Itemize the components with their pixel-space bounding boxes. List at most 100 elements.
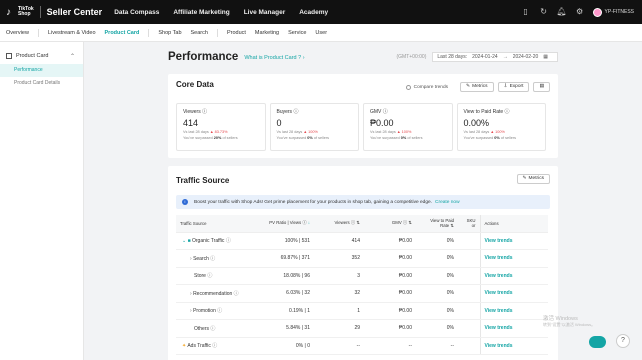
grid-icon (6, 53, 12, 59)
view-trends-link[interactable]: View trends (479, 232, 548, 250)
main-content: Performance What is Product Card ? › (GM… (168, 42, 558, 360)
calendar-icon: ▦ (543, 54, 548, 60)
ads-dot-icon: ✦ (182, 343, 187, 350)
metric-gmv[interactable]: GMV ⓘ ₱0.00 Vs last 28 days ▲ 100% You'v… (363, 103, 453, 151)
nav-live-manager[interactable]: Live Manager (244, 9, 286, 16)
divider (216, 28, 218, 37)
table-row: Others ⓘ 5.84% | 31 29 ₱0.00 0% View tre… (176, 319, 548, 338)
view-trends-link[interactable]: View trends (479, 302, 548, 320)
core-data-actions: Compare trends ✎ Metrics ⇩ Export ▤ (405, 82, 550, 92)
table-row: ✦ Ads Traffic ⓘ 0% | 0 -- -- -- View tre… (176, 337, 548, 355)
sub-nav: Overview Livestream & Video Product Card… (0, 24, 642, 42)
create-now-link[interactable]: Create now (435, 200, 460, 205)
help-icon: ⓘ (217, 308, 223, 315)
col-gmv[interactable]: GMV ⓘ ⇅ (364, 215, 416, 233)
subnav-service[interactable]: Service (288, 30, 306, 36)
start-date: 2024-01-24 (472, 54, 498, 60)
subnav-marketing[interactable]: Marketing (255, 30, 279, 36)
top-right-tools: ▯ ↻ 🔔︎ ⚙ YP-FITNESS (513, 0, 634, 24)
compare-trends-toggle[interactable]: Compare trends (405, 84, 448, 90)
edit-icon: ✎ (466, 84, 471, 89)
export-button[interactable]: ⇩ Export (497, 82, 530, 92)
range-label: Last 28 days: (437, 54, 468, 60)
metric-value: 0 (276, 118, 282, 128)
traffic-source-title: Traffic Source (176, 176, 230, 185)
subnav-product-card[interactable]: Product Card (105, 30, 140, 36)
table-row: › Promotion ⓘ 0.19% | 1 1 ₱0.00 0% View … (176, 302, 548, 320)
view-trends-link[interactable]: View trends (479, 249, 548, 268)
shop-name[interactable]: YP-FITNESS (605, 9, 634, 15)
sidebar: Product Card ⌃ Performance Product Card … (0, 42, 84, 360)
view-trends-link[interactable]: View trends (479, 267, 548, 285)
metric-value: ₱0.00 (370, 118, 394, 128)
view-trends-link[interactable]: View trends (479, 284, 548, 303)
settings-icon[interactable]: ⚙ (575, 7, 585, 17)
help-icon: ⓘ (293, 109, 299, 115)
col-viewers[interactable]: Viewers ⓘ ⇅ (314, 215, 364, 233)
chevron-up-icon: ⌃ (69, 53, 75, 60)
nav-academy[interactable]: Academy (299, 9, 328, 16)
what-is-product-card-link[interactable]: What is Product Card ? › (244, 55, 304, 61)
subnav-shop-tab[interactable]: Shop Tab (158, 30, 181, 36)
subnav-product[interactable]: Product (227, 30, 246, 36)
date-range: (GMT+00:00) Last 28 days: 2024-01-24 → 2… (396, 52, 558, 62)
sidebar-item-performance[interactable]: Performance (0, 64, 83, 77)
windows-watermark: 激活 Windows (543, 316, 578, 322)
shop-ads-banner: i Boost your traffic with Shop Ads! Get … (176, 195, 550, 209)
help-icon: ⓘ (210, 255, 216, 262)
chat-button[interactable] (589, 336, 606, 348)
help-icon: ⓘ (212, 343, 218, 350)
seller-center-title[interactable]: Seller Center (47, 7, 103, 17)
tiktok-note-icon: ♪ (6, 6, 11, 18)
col-actions: Actions (479, 215, 548, 233)
chevron-right-icon: › (190, 255, 192, 262)
table-row: ⌄ ■ Organic Traffic ⓘ 100% | 531 414 ₱0.… (176, 232, 548, 250)
subnav-search[interactable]: Search (191, 30, 208, 36)
date-range-picker[interactable]: Last 28 days: 2024-01-24 → 2024-02-20 ▦ (432, 52, 558, 62)
traffic-metrics-button[interactable]: ✎ Metrics (516, 174, 550, 184)
metric-viewers[interactable]: Viewers ⓘ 414 Vs last 28 days ▲ 83.73% Y… (176, 103, 266, 151)
divider (37, 28, 39, 37)
metric-view-to-paid-rate[interactable]: View to Paid Rate ⓘ 0.00% Vs last 28 day… (456, 103, 546, 151)
edit-icon: ✎ (522, 176, 527, 181)
traffic-table: Traffic Source PV Ratio | Views ⓘ ↓ View… (176, 215, 548, 355)
chevron-right-icon: › (190, 290, 192, 297)
subnav-user[interactable]: User (315, 30, 327, 36)
top-nav: Data Compass Affiliate Marketing Live Ma… (114, 9, 342, 16)
col-pv-ratio[interactable]: PV Ratio | Views ⓘ ↓ (254, 215, 314, 233)
nav-data-compass[interactable]: Data Compass (114, 9, 159, 16)
settings-button[interactable]: ▤ (533, 82, 550, 92)
windows-watermark-sub: 转到"设置"以激活 Windows。 (543, 322, 596, 327)
metric-cards: Viewers ⓘ 414 Vs last 28 days ▲ 83.73% Y… (176, 103, 550, 151)
help-icon: ⓘ (202, 109, 208, 115)
help-button[interactable]: ? (616, 334, 630, 348)
core-data-card: Core Data Compare trends ✎ Metrics ⇩ Expor… (168, 74, 558, 158)
refresh-icon[interactable]: ↻ (539, 7, 549, 17)
core-metrics-button[interactable]: ✎ Metrics (460, 82, 494, 92)
divider (148, 28, 150, 37)
avatar[interactable] (592, 7, 602, 17)
help-icon: ⓘ (504, 109, 510, 115)
banner-text: Boost your traffic with Shop Ads! Get pr… (194, 199, 433, 205)
logo-line2: Shop (18, 11, 31, 17)
metric-buyers[interactable]: Buyers ⓘ 0 Vs last 28 days ▲ 100% You've… (269, 103, 359, 151)
subnav-overview[interactable]: Overview (6, 30, 29, 36)
sidebar-item-product-card-details[interactable]: Product Card Details (0, 77, 83, 90)
tiktok-shop-logo[interactable]: ♪ TikTok Shop (6, 7, 34, 18)
bell-icon[interactable]: 🔔︎ (557, 7, 567, 17)
table-header-row: Traffic Source PV Ratio | Views ⓘ ↓ View… (176, 215, 548, 233)
tablet-icon[interactable]: ▯ (521, 7, 531, 17)
view-trends-link[interactable]: View trends (479, 337, 548, 355)
export-icon: ⇩ (503, 84, 508, 89)
help-icon: ⓘ (382, 109, 388, 115)
sidebar-section-product-card[interactable]: Product Card ⌃ (0, 48, 83, 64)
nav-affiliate-marketing[interactable]: Affiliate Marketing (173, 9, 229, 16)
view-trends-link[interactable]: View trends (479, 319, 548, 338)
col-view-to-paid-rate[interactable]: View to Paid Rate ⇅ (416, 215, 458, 233)
collapse-icon: ⌄ ■ (182, 238, 191, 245)
clipboard-icon: ▤ (539, 84, 544, 89)
table-row: › Search ⓘ 69.87% | 371 352 ₱0.00 0% Vie… (176, 249, 548, 268)
sidebar-section-label: Product Card (16, 53, 49, 59)
end-date: 2024-02-20 (512, 54, 539, 60)
subnav-livestream-video[interactable]: Livestream & Video (48, 30, 96, 36)
